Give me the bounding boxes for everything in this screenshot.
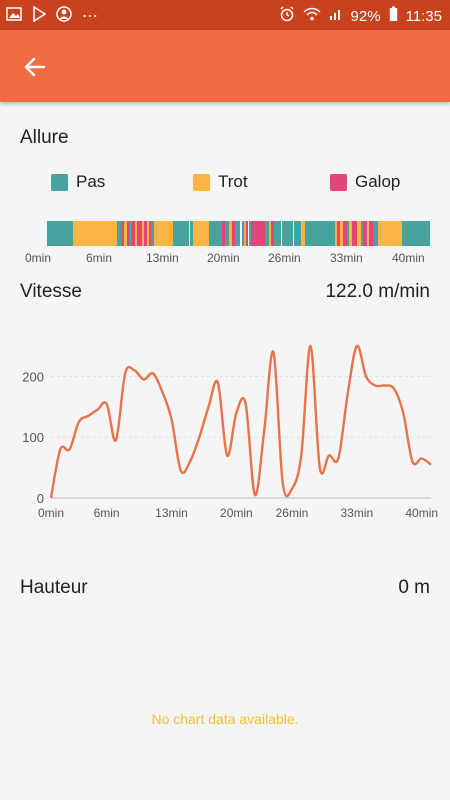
status-bar: ⋯ 92% 11:35 [0, 0, 450, 30]
allure-time-label: 40min [392, 251, 425, 265]
vitesse-title: Vitesse [20, 281, 82, 302]
y-tick-label: 0 [37, 491, 44, 506]
gait-segment [377, 221, 402, 246]
back-arrow-icon [18, 57, 52, 88]
gait-segment [208, 221, 222, 246]
gait-segment [401, 221, 431, 246]
gait-segment [294, 221, 301, 246]
gait-segment [251, 221, 265, 246]
allure-time-label: 33min [330, 251, 363, 265]
allure-time-label: 13min [146, 251, 179, 265]
x-tick-label: 40min [405, 506, 438, 520]
alarm-icon [279, 6, 295, 26]
gait-segment [193, 221, 209, 246]
x-tick-label: 26min [276, 506, 309, 520]
allure-time-label: 6min [86, 251, 113, 265]
gait-segment [305, 221, 335, 246]
gait-segment [47, 221, 74, 246]
speed-series-line [49, 344, 432, 499]
clock: 11:35 [405, 7, 442, 25]
vitesse-value: 122.0 m/min [325, 281, 430, 302]
allure-time-label: 0min [25, 251, 52, 265]
play-store-icon [32, 5, 47, 26]
more-notifications-icon: ⋯ [82, 8, 99, 25]
legend-trot-label: Trot [218, 172, 248, 191]
allure-time-label: 20min [207, 251, 240, 265]
back-button[interactable] [18, 50, 52, 84]
gait-segment [282, 221, 294, 246]
battery-percent: 92% [350, 7, 381, 25]
wifi-icon [303, 7, 321, 25]
legend-trot: Trot [193, 172, 248, 192]
legend-galop: Galop [330, 172, 400, 192]
gait-segment [73, 221, 118, 246]
account-icon [56, 6, 72, 26]
legend-pas: Pas [51, 172, 105, 192]
hauteur-title: Hauteur [20, 577, 88, 598]
x-tick-label: 13min [155, 506, 188, 520]
hauteur-value: 0 m [398, 577, 430, 598]
empty-chart-message: No chart data available. [151, 711, 299, 727]
allure-title: Allure [20, 127, 69, 148]
x-tick-label: 33min [341, 506, 374, 520]
signal-icon [329, 7, 343, 25]
x-tick-label: 20min [220, 506, 253, 520]
gait-segment [173, 221, 189, 246]
image-icon [6, 6, 22, 26]
gait-timeline-bar [47, 221, 431, 246]
gait-segment [274, 221, 282, 246]
speed-line-chart: 0 100 200 0min 6min 13min 20min 26min 33min 40min [22, 344, 438, 520]
y-tick-label: 100 [22, 430, 44, 445]
legend-pas-swatch [51, 173, 68, 191]
legend-galop-label: Galop [355, 172, 401, 191]
legend-galop-swatch [330, 173, 347, 191]
legend-pas-label: Pas [76, 172, 106, 191]
x-tick-label: 6min [94, 506, 120, 520]
legend-trot-swatch [193, 173, 210, 191]
allure-legend: Pas Trot Galop [0, 170, 450, 196]
app-bar [0, 30, 450, 102]
allure-time-label: 26min [268, 251, 301, 265]
battery-icon [389, 6, 398, 26]
x-tick-label: 0min [38, 506, 64, 520]
gait-segment [153, 221, 174, 246]
y-tick-label: 200 [22, 369, 44, 384]
